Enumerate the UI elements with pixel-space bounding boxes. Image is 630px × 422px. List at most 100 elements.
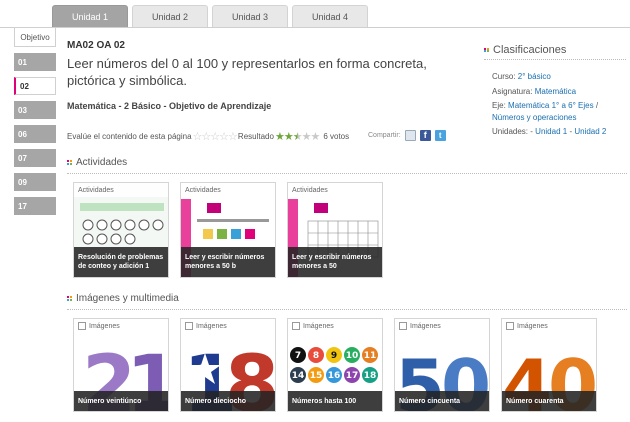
card-header: Actividades: [181, 183, 275, 197]
share-label: Compartir:: [368, 132, 401, 139]
multimedia-divider: [67, 309, 627, 310]
card-tag: Actividades: [78, 186, 114, 194]
votes-count: 6 votos: [323, 132, 350, 141]
activities-heading: Actividades: [67, 157, 127, 168]
card-tag: Imágenes: [196, 322, 227, 330]
eje-link-1[interactable]: Matemática 1° a 6° Ejes: [508, 101, 594, 110]
media-card[interactable]: 1 8 Imágenes Número dieciocho: [180, 318, 276, 412]
card-tag: Actividades: [185, 186, 221, 194]
activity-card[interactable]: Actividades Leer y escribir números meno…: [287, 182, 383, 278]
objective-item-03[interactable]: 03: [14, 101, 56, 119]
activities-title: Actividades: [76, 157, 128, 168]
objective-subject: Matemática - 2 Básico - Objetivo de Apre…: [67, 101, 272, 111]
bullet-icon: [484, 47, 489, 53]
card-caption: Resolución de problemas de conteo y adic…: [74, 247, 168, 277]
svg-text:10: 10: [346, 351, 359, 361]
media-card[interactable]: 5 0 Imágenes Número cincuenta: [394, 318, 490, 412]
card-tag: Imágenes: [89, 322, 120, 330]
star-empty-icon: ★: [301, 131, 312, 143]
card-caption: Número veintiúnco: [74, 391, 168, 411]
activities-divider: [67, 173, 627, 174]
card-header: Imágenes: [502, 319, 596, 333]
card-header: Imágenes: [288, 319, 382, 333]
eje-row: Eje: Matemática 1° a 6° Ejes / Números y…: [492, 100, 622, 124]
card-header: Imágenes: [395, 319, 489, 333]
unidad-1-link[interactable]: Unidad 1: [535, 127, 567, 136]
asignatura-row: Asignatura: Matemática: [492, 86, 576, 98]
eje-separator: /: [595, 101, 599, 110]
checkbox-icon[interactable]: [292, 322, 300, 330]
card-caption: Número cuarenta: [502, 391, 596, 411]
asignatura-label: Asignatura:: [492, 87, 533, 96]
email-icon[interactable]: [404, 130, 416, 141]
classifications-divider: [484, 59, 626, 60]
tab-unidad-2[interactable]: Unidad 2: [132, 5, 208, 27]
card-header: Imágenes: [181, 319, 275, 333]
eje-label: Eje:: [492, 101, 506, 110]
star-icon[interactable]: ☆: [193, 130, 203, 143]
checkbox-icon[interactable]: [399, 322, 407, 330]
media-card[interactable]: 7 8 9 10 11 14 15 16 17 18 Imágenes Núme…: [287, 318, 383, 412]
eje-link-2[interactable]: Números y operaciones: [492, 113, 576, 122]
card-caption: Leer y escribir números menores a 50 b: [181, 247, 275, 277]
objective-item-06[interactable]: 06: [14, 125, 56, 143]
star-icon[interactable]: ☆: [210, 130, 220, 143]
svg-text:17: 17: [346, 371, 359, 381]
star-filled-icon: ★: [283, 131, 294, 143]
objective-item-02[interactable]: 02: [14, 77, 56, 95]
objective-item-09[interactable]: 09: [14, 173, 56, 191]
star-icon[interactable]: ☆: [201, 130, 211, 143]
curso-link[interactable]: 2° básico: [518, 72, 551, 81]
tab-unidad-4[interactable]: Unidad 4: [292, 5, 368, 27]
card-caption: Números hasta 100: [288, 391, 382, 411]
star-half-icon: ★: [292, 131, 303, 143]
unidades-label: Unidades:: [492, 127, 529, 136]
unidad-2-link[interactable]: Unidad 2: [574, 127, 606, 136]
media-card[interactable]: 2 1 Imágenes Número veintiúnco: [73, 318, 169, 412]
result-stars: ★ ★ ★ ★ ★: [275, 130, 320, 143]
bullet-icon: [67, 160, 72, 165]
media-card[interactable]: 4 0 Imágenes Número cuarenta: [501, 318, 597, 412]
curso-row: Curso: 2° básico: [492, 71, 551, 83]
objective-code: MA02 OA 02: [67, 40, 125, 51]
svg-text:18: 18: [364, 371, 377, 381]
unidades-row: Unidades: - Unidad 1 - Unidad 2: [492, 126, 606, 138]
tab-unidad-3[interactable]: Unidad 3: [212, 5, 288, 27]
facebook-icon[interactable]: f: [419, 130, 431, 141]
svg-text:8: 8: [313, 351, 319, 361]
svg-text:7: 7: [295, 351, 301, 361]
svg-text:9: 9: [331, 351, 337, 361]
twitter-icon[interactable]: t: [434, 130, 446, 141]
share-bar: Compartir: f t: [368, 130, 446, 141]
objective-item-07[interactable]: 07: [14, 149, 56, 167]
curso-label: Curso:: [492, 72, 516, 81]
svg-text:16: 16: [328, 371, 341, 381]
multimedia-title: Imágenes y multimedia: [76, 293, 179, 304]
svg-text:15: 15: [310, 371, 323, 381]
activity-card[interactable]: Actividades Leer y escribir números meno…: [180, 182, 276, 278]
objective-item-17[interactable]: 17: [14, 197, 56, 215]
card-caption: Número cincuenta: [395, 391, 489, 411]
star-icon[interactable]: ☆: [219, 130, 229, 143]
star-empty-icon: ★: [310, 131, 320, 143]
classifications-title: Clasificaciones: [493, 44, 567, 56]
card-tag: Imágenes: [517, 322, 548, 330]
tabs-divider: [0, 27, 630, 28]
activity-card[interactable]: Actividades Resolución de problemas de c…: [73, 182, 169, 278]
card-caption: Leer y escribir números menores a 50: [288, 247, 382, 277]
checkbox-icon[interactable]: [78, 322, 86, 330]
card-tag: Imágenes: [303, 322, 334, 330]
asignatura-link[interactable]: Matemática: [535, 87, 576, 96]
unidades-separator: -: [569, 127, 573, 136]
tab-unidad-1[interactable]: Unidad 1: [52, 5, 128, 27]
svg-text:14: 14: [292, 371, 305, 381]
classifications-heading: Clasificaciones: [484, 44, 566, 56]
unidades-prefix: -: [530, 127, 533, 136]
user-rating-stars[interactable]: ☆ ☆ ☆ ☆ ☆: [193, 130, 238, 143]
checkbox-icon[interactable]: [506, 322, 514, 330]
unit-tabs: Unidad 1 Unidad 2 Unidad 3 Unidad 4: [52, 5, 368, 27]
objective-nav: Objetivo 01 02 03 06 07 09 17: [14, 27, 56, 215]
star-icon[interactable]: ☆: [228, 130, 238, 143]
checkbox-icon[interactable]: [185, 322, 193, 330]
objective-item-01[interactable]: 01: [14, 53, 56, 71]
